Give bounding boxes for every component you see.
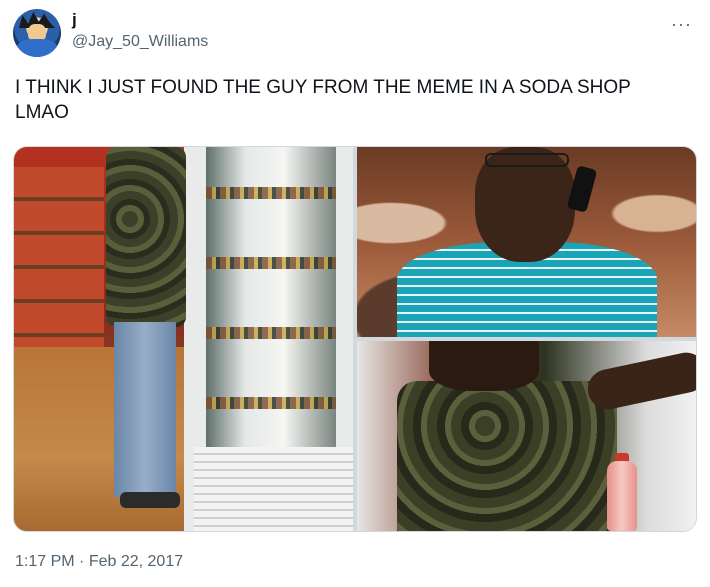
- raised-arm: [584, 348, 696, 414]
- photo-meme-man-phone[interactable]: [357, 147, 696, 337]
- man-chin: [429, 341, 539, 391]
- soda-bottle: [607, 461, 637, 531]
- fridge-shelf: [206, 257, 336, 269]
- timestamp-separator: ·: [74, 553, 89, 570]
- store-shelves: [14, 167, 104, 347]
- more-options-icon[interactable]: ···: [671, 14, 692, 35]
- media-grid: [13, 146, 697, 532]
- fridge-shelf: [206, 397, 336, 409]
- camo-shirt: [106, 147, 186, 327]
- camo-shirt-closeup: [397, 381, 617, 531]
- author-display-name[interactable]: j: [72, 10, 77, 30]
- tweet-time: 1:17 PM: [15, 553, 75, 570]
- avatar[interactable]: [13, 9, 61, 57]
- fridge-shelf: [206, 187, 336, 199]
- author-handle[interactable]: @Jay_50_Williams: [72, 33, 208, 51]
- tweet-text: I THINK I JUST FOUND THE GUY FROM THE ME…: [15, 77, 631, 123]
- shoes: [120, 492, 180, 508]
- glasses: [485, 153, 569, 167]
- photo-soda-fridge[interactable]: [14, 147, 353, 531]
- soda-fridge: [184, 147, 353, 531]
- photo-closeup-bottle[interactable]: [357, 341, 696, 531]
- tweet-date: Feb 22, 2017: [88, 553, 184, 570]
- fridge-shelf: [206, 327, 336, 339]
- fridge-grille: [194, 447, 353, 531]
- jeans: [114, 322, 176, 497]
- avatar-outfit: [17, 39, 57, 57]
- tweet-timestamp[interactable]: 1:17 PM · Feb 22, 2017: [15, 553, 183, 571]
